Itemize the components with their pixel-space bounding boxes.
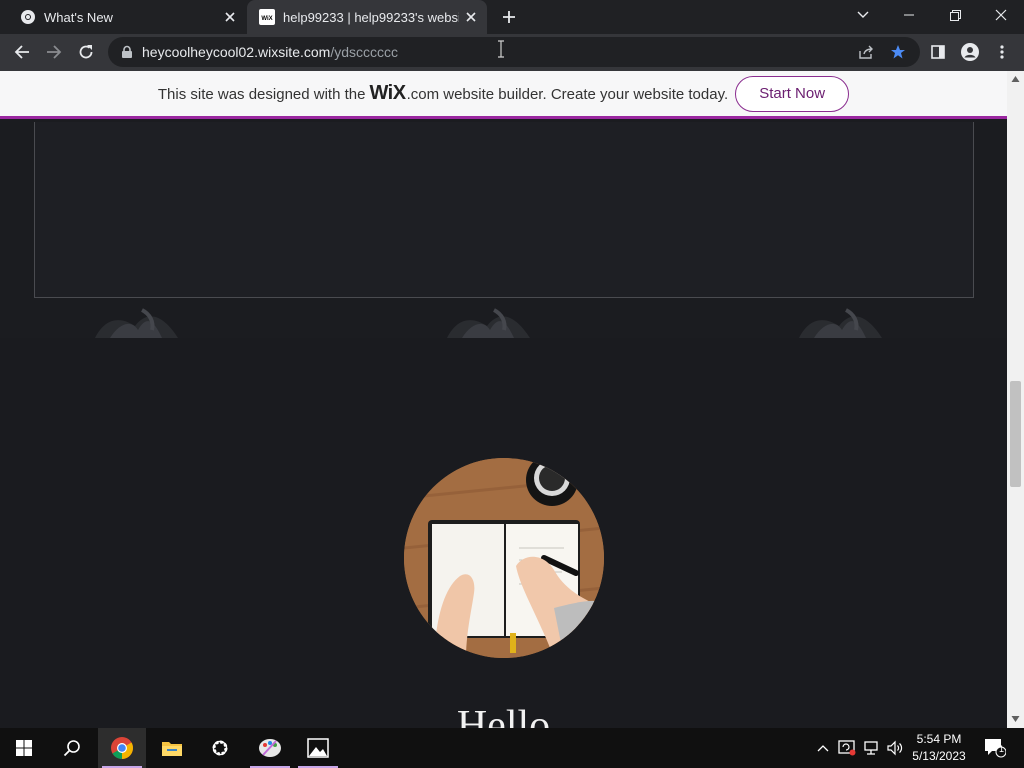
network-button[interactable]: [860, 728, 882, 768]
windows-logo-icon: [16, 740, 32, 756]
notebook-photo: [404, 458, 604, 658]
taskbar-paint[interactable]: [246, 728, 294, 768]
share-button[interactable]: [852, 38, 880, 66]
tab-search-button[interactable]: [840, 0, 886, 30]
arrow-left-icon: [14, 45, 29, 59]
clock-time: 5:54 PM: [916, 732, 962, 746]
taskbar-photos[interactable]: [294, 728, 342, 768]
close-tab-icon[interactable]: [218, 5, 242, 29]
minimize-icon: [904, 14, 914, 16]
minimize-button[interactable]: [886, 0, 932, 30]
wix-banner-text: This site was designed with the WiX .com…: [158, 82, 728, 105]
plant-image: [95, 308, 178, 338]
taskbar-file-explorer[interactable]: [148, 728, 196, 768]
taskbar-settings[interactable]: [196, 728, 244, 768]
search-icon: [63, 740, 80, 757]
bookmark-star-button[interactable]: [884, 38, 912, 66]
wix-promo-banner: This site was designed with the WiX .com…: [0, 71, 1007, 119]
wix-icon: WiX: [259, 9, 275, 25]
banner-text-before: This site was designed with the: [157, 86, 366, 103]
star-icon: [891, 45, 905, 59]
new-tab-button[interactable]: [497, 5, 521, 29]
show-hidden-icons[interactable]: [812, 728, 834, 768]
scroll-thumb[interactable]: [1010, 381, 1021, 487]
start-now-button[interactable]: Start Now: [735, 75, 850, 112]
close-tab-icon[interactable]: [459, 5, 483, 29]
taskbar-chrome[interactable]: [98, 728, 146, 768]
notification-count: 1: [999, 744, 1005, 754]
paint-palette-icon: [259, 739, 281, 757]
reload-button[interactable]: [72, 38, 100, 66]
page-content: Hello: [0, 122, 1007, 728]
plus-icon: [503, 11, 515, 23]
tray-app[interactable]: [836, 728, 858, 768]
close-icon: [995, 9, 1007, 21]
tab-whats-new[interactable]: What's New: [8, 0, 246, 34]
chevron-up-icon: [817, 745, 829, 752]
close-window-button[interactable]: [978, 0, 1024, 30]
folder-icon: [162, 742, 182, 756]
avatar-icon: [961, 43, 979, 61]
url-path: /ydscccccc: [330, 44, 399, 60]
arrow-right-icon: [47, 45, 62, 59]
scroll-up-icon[interactable]: [1011, 75, 1020, 83]
side-panel-button[interactable]: [924, 38, 952, 66]
profile-button[interactable]: [956, 38, 984, 66]
network-icon: [864, 741, 878, 755]
browser-toolbar: heycoolheycool02.wixsite.com/ydscccccc: [0, 34, 1024, 71]
content-frame: [34, 122, 974, 298]
chrome-icon: [21, 10, 35, 24]
restore-button[interactable]: [932, 0, 978, 30]
reload-icon: [79, 45, 93, 59]
tab-wix-site[interactable]: WiX help99233 | help99233's website: [247, 0, 487, 34]
volume-button[interactable]: [884, 728, 906, 768]
url-host: heycoolheycool02.wixsite.com: [142, 44, 331, 60]
kebab-menu-icon: [1000, 45, 1004, 59]
restore-icon: [949, 9, 961, 21]
gear-icon: [212, 740, 228, 756]
side-panel-icon: [931, 45, 945, 59]
chrome-icon: [111, 737, 133, 759]
hello-heading: Hello: [456, 703, 551, 728]
action-center-button[interactable]: 1: [978, 728, 1012, 768]
tab-title: help99233 | help99233's website: [283, 9, 459, 25]
photos-icon: [307, 738, 329, 758]
lock-icon: [122, 45, 132, 58]
share-icon: [859, 45, 873, 59]
security-update-icon: [838, 740, 856, 756]
text-cursor-icon: [498, 40, 504, 58]
search-button[interactable]: [48, 728, 96, 768]
system-clock[interactable]: 5:54 PM 5/13/2023: [906, 731, 972, 765]
plant-image: [447, 308, 530, 338]
page-scrollbar[interactable]: [1007, 71, 1024, 728]
svg-text:WiX: WiX: [261, 16, 272, 22]
banner-text-after: .com website builder. Create your websit…: [406, 86, 729, 103]
tab-title: What's New: [44, 9, 113, 25]
menu-button[interactable]: [988, 38, 1016, 66]
tab-strip: What's New WiX help99233 | help99233's w…: [0, 0, 1024, 34]
plant-image: [799, 308, 882, 338]
volume-icon: [887, 740, 903, 756]
address-bar[interactable]: heycoolheycool02.wixsite.com/ydscccccc: [108, 37, 920, 67]
forward-button[interactable]: [40, 38, 68, 66]
wix-logo[interactable]: WiX: [369, 82, 406, 105]
clock-date: 5/13/2023: [912, 749, 966, 763]
windows-taskbar: 5:54 PM 5/13/2023 1: [0, 728, 1024, 768]
scroll-down-icon[interactable]: [1011, 715, 1020, 723]
start-button[interactable]: [0, 728, 48, 768]
back-button[interactable]: [8, 38, 36, 66]
chevron-down-icon: [857, 11, 869, 18]
